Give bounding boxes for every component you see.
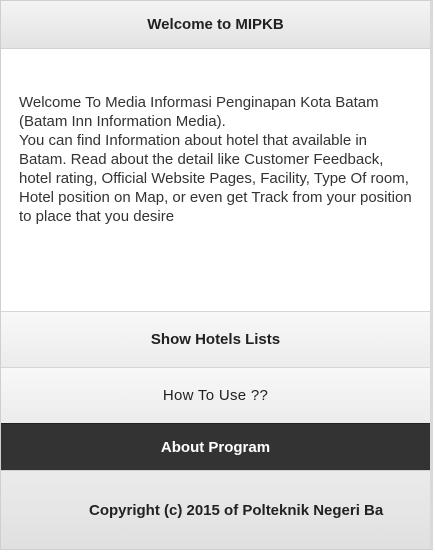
welcome-content: Welcome To Media Informasi Penginapan Ko…	[1, 49, 430, 311]
intro-paragraph: Welcome To Media Informasi Penginapan Ko…	[19, 94, 379, 130]
app-frame: Welcome to MIPKB Welcome To Media Inform…	[0, 0, 433, 550]
show-hotels-button[interactable]: Show Hotels Lists	[1, 311, 430, 367]
about-program-label: About Program	[160, 438, 271, 456]
copyright-text: Copyright (c) 2015 of Polteknik Negeri B…	[89, 501, 384, 519]
page-header: Welcome to MIPKB	[1, 1, 430, 49]
show-hotels-label: Show Hotels Lists	[150, 331, 281, 348]
page-footer: Copyright (c) 2015 of Polteknik Negeri B…	[1, 470, 430, 549]
description-paragraph: You can find Information about hotel tha…	[19, 132, 412, 225]
page-title: Welcome to MIPKB	[147, 16, 284, 33]
about-program-button[interactable]: About Program	[1, 423, 430, 470]
how-to-use-label: How To Use ??	[162, 387, 269, 404]
how-to-use-button[interactable]: How To Use ??	[1, 367, 430, 423]
